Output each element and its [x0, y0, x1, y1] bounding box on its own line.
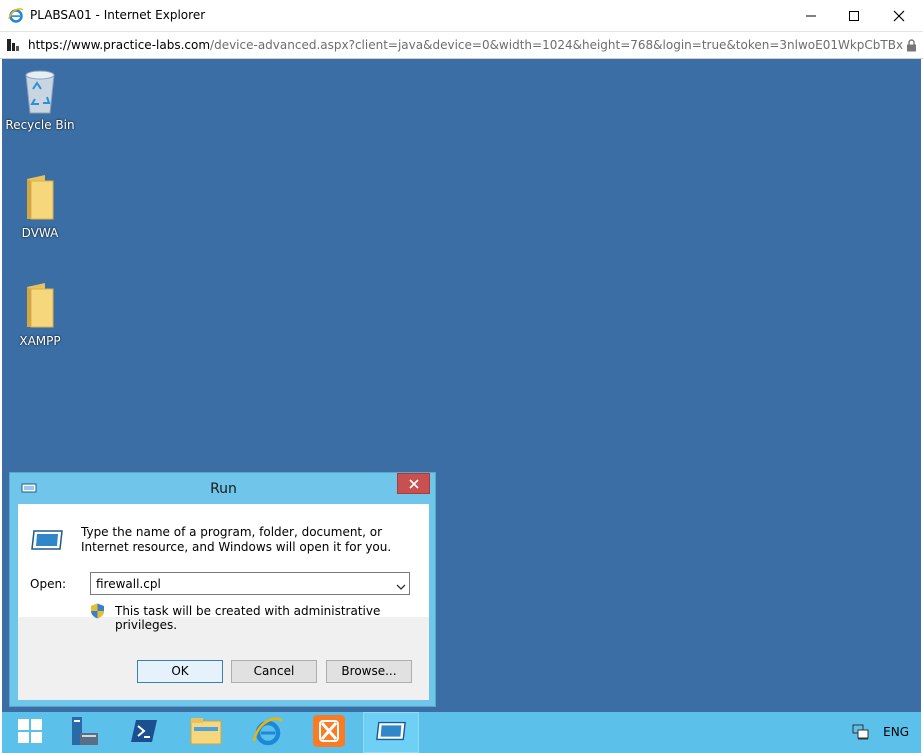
desktop-icon-label: Recycle Bin — [5, 118, 75, 132]
minimize-button[interactable] — [788, 0, 833, 31]
taskbar-run[interactable] — [363, 712, 419, 753]
run-icon — [375, 720, 407, 745]
window-title: PLABSA01 - Internet Explorer — [30, 8, 206, 22]
desktop-icon-dvwa[interactable]: DVWA — [2, 175, 78, 240]
powershell-icon — [130, 719, 158, 746]
browse-button[interactable]: Browse... — [326, 660, 412, 683]
network-icon[interactable] — [852, 724, 870, 743]
dialog-description: Type the name of a program, folder, docu… — [81, 525, 392, 554]
run-dialog: Run Type the name of a program, folder, … — [9, 472, 436, 707]
open-input-text[interactable]: firewall.cpl — [96, 577, 161, 591]
folder-icon — [2, 175, 78, 223]
dialog-title: Run — [210, 481, 237, 497]
taskbar-server-manager[interactable] — [56, 712, 112, 753]
internet-explorer-icon — [252, 715, 284, 750]
open-label: Open: — [30, 577, 67, 591]
start-icon — [18, 719, 42, 746]
desktop-icon-label: DVWA — [21, 226, 59, 240]
taskbar-file-explorer[interactable] — [178, 712, 234, 753]
url-domain: https://www.practice-labs.com — [28, 38, 211, 52]
browser-titlebar: PLABSA01 - Internet Explorer — [0, 0, 923, 31]
maximize-button[interactable] — [831, 0, 876, 31]
taskbar-powershell[interactable] — [116, 712, 172, 753]
desktop-icon-xampp[interactable]: XAMPP — [2, 283, 78, 348]
address-bar[interactable]: https://www.practice-labs.com/device-adv… — [0, 31, 923, 59]
xampp-icon — [313, 715, 345, 750]
start-button[interactable] — [2, 712, 58, 753]
admin-privileges-note: This task will be created with administr… — [115, 604, 381, 632]
taskbar: ENG — [2, 712, 921, 753]
server-manager-icon — [68, 715, 100, 750]
ok-button[interactable]: OK — [137, 660, 223, 683]
internet-explorer-icon — [8, 7, 24, 23]
dialog-content-area — [18, 504, 429, 617]
desktop-icon-recycle-bin[interactable]: Recycle Bin — [2, 67, 78, 132]
open-combobox[interactable]: firewall.cpl — [90, 572, 410, 595]
cancel-button[interactable]: Cancel — [231, 660, 317, 683]
close-button[interactable] — [876, 0, 921, 31]
language-indicator[interactable]: ENG — [883, 725, 909, 739]
run-icon — [30, 529, 64, 554]
folder-icon — [2, 283, 78, 331]
file-explorer-icon — [190, 717, 222, 748]
site-favicon-icon — [6, 38, 20, 55]
dialog-close-button[interactable] — [397, 473, 430, 494]
lock-icon[interactable] — [906, 39, 917, 55]
recycle-bin-icon — [2, 67, 78, 115]
dialog-body: Type the name of a program, folder, docu… — [18, 504, 429, 700]
url-path: /device-advanced.aspx?client=java&device… — [210, 38, 904, 52]
url-field[interactable]: https://www.practice-labs.com/device-adv… — [28, 38, 904, 52]
taskbar-xampp[interactable] — [301, 712, 357, 753]
desktop-icon-label: XAMPP — [19, 334, 61, 348]
taskbar-internet-explorer[interactable] — [240, 712, 296, 753]
uac-shield-icon — [90, 603, 105, 622]
chevron-down-icon[interactable] — [396, 580, 406, 594]
